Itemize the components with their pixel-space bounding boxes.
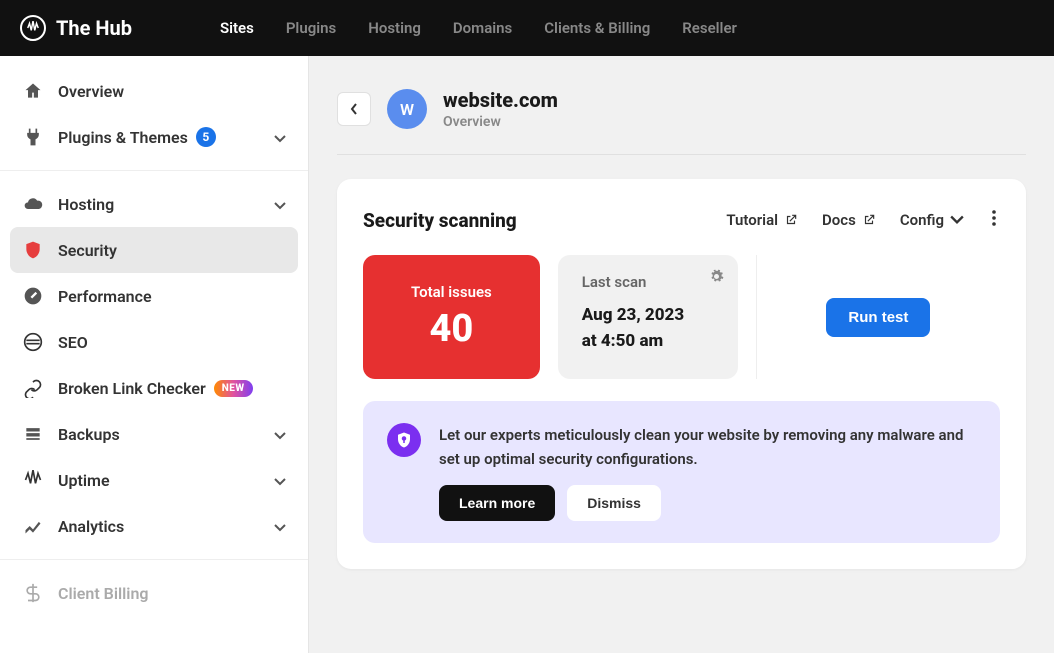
topnav-sites[interactable]: Sites [220, 19, 254, 37]
sidebar-label: Security [58, 241, 117, 260]
seo-icon [22, 331, 44, 353]
chevron-down-icon [274, 128, 286, 147]
sidebar: Overview Plugins & Themes 5 Hosting Security… [0, 56, 309, 653]
sidebar-label: Analytics [58, 517, 124, 536]
sidebar-label: Client Billing [58, 584, 149, 603]
sidebar-item-security[interactable]: Security [10, 227, 298, 273]
sidebar-item-broken-link-checker[interactable]: Broken Link Checker NEW [0, 365, 308, 411]
new-badge: NEW [214, 380, 253, 397]
topnav-clients-billing[interactable]: Clients & Billing [544, 19, 650, 37]
back-button[interactable] [337, 92, 371, 126]
gauge-icon [22, 285, 44, 307]
card-actions: Tutorial Docs Config [726, 205, 1000, 235]
stats-row: Total issues 40 Last scan Aug 23, 2023 a… [363, 255, 1000, 379]
topnav-plugins[interactable]: Plugins [286, 19, 336, 37]
topbar: The Hub Sites Plugins Hosting Domains Client… [0, 0, 1054, 56]
sidebar-label: Hosting [58, 195, 114, 214]
sidebar-item-performance[interactable]: Performance [0, 273, 308, 319]
total-issues-box: Total issues 40 [363, 255, 540, 379]
shield-icon [22, 239, 44, 261]
cloud-icon [22, 193, 44, 215]
topnav-reseller[interactable]: Reseller [682, 19, 737, 37]
sidebar-label: Backups [58, 425, 120, 444]
issues-label: Total issues [411, 283, 492, 301]
sidebar-item-uptime[interactable]: Uptime [0, 457, 308, 503]
sidebar-label: Broken Link Checker [58, 379, 206, 398]
chevron-down-icon [274, 425, 286, 444]
external-link-icon [862, 213, 876, 227]
last-scan-box: Last scan Aug 23, 2023 at 4:50 am [558, 255, 738, 379]
breadcrumb: Overview [443, 114, 558, 130]
promo-text: Let our experts meticulously clean your … [439, 423, 976, 471]
sidebar-item-analytics[interactable]: Analytics [0, 503, 308, 549]
sidebar-item-seo[interactable]: SEO [0, 319, 308, 365]
chevron-down-icon [274, 195, 286, 214]
sidebar-item-overview[interactable]: Overview [0, 68, 308, 114]
issues-count: 40 [411, 307, 492, 351]
home-icon [22, 80, 44, 102]
site-avatar: W [387, 89, 427, 129]
brand-name: The Hub [56, 16, 132, 40]
chevron-down-icon [274, 517, 286, 536]
more-menu-button[interactable] [988, 205, 1000, 235]
sidebar-item-client-billing[interactable]: Client Billing [0, 570, 308, 616]
sidebar-label: Uptime [58, 471, 110, 490]
sidebar-item-plugins-themes[interactable]: Plugins & Themes 5 [0, 114, 308, 160]
promo-shield-icon [387, 423, 421, 457]
brand-logo[interactable]: The Hub [20, 15, 132, 41]
logo-mark-icon [20, 15, 46, 41]
run-test-button[interactable]: Run test [826, 298, 930, 337]
run-test-container: Run test [756, 255, 1000, 379]
sidebar-label: Performance [58, 287, 152, 306]
chevron-down-icon [950, 213, 964, 227]
sidebar-label: Plugins & Themes [58, 128, 188, 147]
sidebar-item-backups[interactable]: Backups [0, 411, 308, 457]
sidebar-label: SEO [58, 333, 88, 352]
chevron-left-icon [349, 103, 359, 115]
external-link-icon [784, 213, 798, 227]
card-header: Security scanning Tutorial Docs Config [363, 205, 1000, 235]
analytics-icon [22, 515, 44, 537]
gear-icon [709, 269, 724, 284]
config-dropdown[interactable]: Config [900, 211, 964, 229]
scan-settings-button[interactable] [709, 269, 724, 288]
topnav-domains[interactable]: Domains [453, 19, 512, 37]
last-scan-label: Last scan [582, 273, 714, 291]
docs-link[interactable]: Docs [822, 211, 876, 229]
promo-banner: Let our experts meticulously clean your … [363, 401, 1000, 543]
uptime-icon [22, 469, 44, 491]
security-card: Security scanning Tutorial Docs Config [337, 179, 1026, 569]
plug-icon [22, 126, 44, 148]
more-vertical-icon [992, 209, 996, 227]
sidebar-item-hosting[interactable]: Hosting [0, 181, 308, 227]
topnav: Sites Plugins Hosting Domains Clients & Bill… [220, 19, 737, 37]
dismiss-button[interactable]: Dismiss [567, 485, 661, 521]
dollar-icon [22, 582, 44, 604]
sidebar-label: Overview [58, 82, 124, 101]
tutorial-link[interactable]: Tutorial [726, 211, 798, 229]
last-scan-value: Aug 23, 2023 at 4:50 am [582, 303, 714, 354]
site-title: website.com [443, 88, 558, 112]
card-title: Security scanning [363, 209, 726, 232]
count-badge: 5 [196, 127, 216, 147]
topnav-hosting[interactable]: Hosting [368, 19, 421, 37]
learn-more-button[interactable]: Learn more [439, 485, 555, 521]
page-header: W website.com Overview [337, 88, 1026, 155]
link-icon [22, 377, 44, 399]
main-content: W website.com Overview Security scanning… [309, 56, 1054, 653]
backup-icon [22, 423, 44, 445]
chevron-down-icon [274, 471, 286, 490]
